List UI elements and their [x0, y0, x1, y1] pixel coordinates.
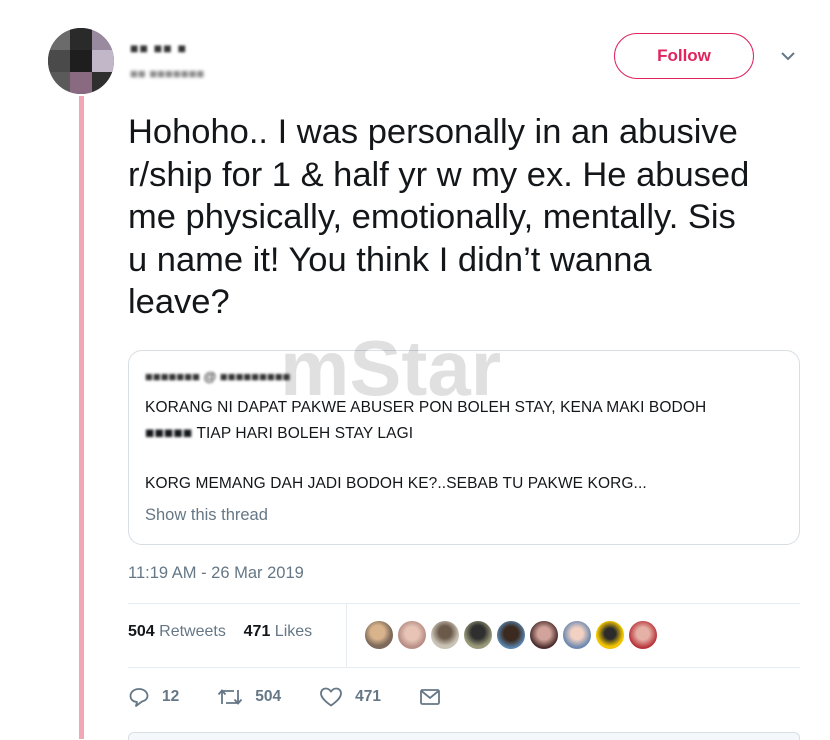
liker-avatar[interactable] [363, 619, 395, 651]
liker-avatar[interactable] [429, 619, 461, 651]
quoted-redacted-word: ■■■■■ [145, 425, 193, 442]
reply-icon [129, 688, 149, 707]
quoted-author: ■■■■■■■ @ ■■■■■■■■■ [145, 369, 291, 384]
direct-message-button[interactable] [419, 687, 453, 707]
liker-avatar[interactable] [396, 619, 428, 651]
likes-stat[interactable]: 471 Likes [244, 623, 313, 640]
retweets-count: 504 [128, 623, 155, 640]
retweets-stat[interactable]: 504 Retweets [128, 623, 226, 640]
liker-avatar[interactable] [495, 619, 527, 651]
divider [128, 603, 800, 604]
liker-avatar[interactable] [594, 619, 626, 651]
envelope-icon [420, 689, 440, 705]
retweets-label: Retweets [159, 623, 226, 640]
quoted-text-line-3: KORG MEMANG DAH JADI BODOH KE?..SEBAB TU… [145, 475, 647, 492]
like-count: 471 [355, 688, 381, 705]
stats-divider [346, 604, 347, 668]
action-bar: 12 504 471 [128, 686, 491, 708]
liker-avatar[interactable] [561, 619, 593, 651]
retweet-count: 504 [255, 688, 282, 705]
liker-avatar[interactable] [627, 619, 659, 651]
quoted-text-line-2-rest: TIAP HARI BOLEH STAY LAGI [192, 425, 414, 442]
likes-label: Likes [274, 623, 313, 640]
liker-avatar[interactable] [462, 619, 494, 651]
author-name[interactable]: ■■ ■■ ■ [130, 40, 187, 56]
show-thread-link[interactable]: Show this thread [145, 506, 268, 525]
author-avatar[interactable] [48, 28, 114, 94]
liker-avatars [363, 619, 660, 651]
quoted-text-line-2: ■■■■■ TIAP HARI BOLEH STAY LAGI [145, 425, 413, 443]
retweet-button[interactable]: 504 [217, 686, 281, 708]
watermark-logo: mStar [280, 324, 502, 412]
thread-line [79, 96, 84, 739]
chevron-down-icon[interactable] [779, 50, 797, 62]
divider [128, 667, 800, 668]
retweet-icon [218, 689, 243, 705]
engagement-stats: 504 Retweets 471 Likes [128, 623, 312, 641]
follow-button[interactable]: Follow [614, 33, 754, 79]
tweet-timestamp[interactable]: 11:19 AM - 26 Mar 2019 [128, 564, 304, 583]
author-handle[interactable]: ■■ ■■■■■■■ [130, 66, 204, 81]
likes-count: 471 [243, 623, 271, 640]
reply-count: 12 [162, 688, 180, 705]
reply-button[interactable]: 12 [128, 686, 179, 708]
like-button[interactable]: 471 [319, 686, 381, 708]
tweet-text: Hohoho.. I was personally in an abusive … [128, 113, 750, 321]
liker-avatar[interactable] [528, 619, 560, 651]
heart-icon [320, 687, 343, 707]
